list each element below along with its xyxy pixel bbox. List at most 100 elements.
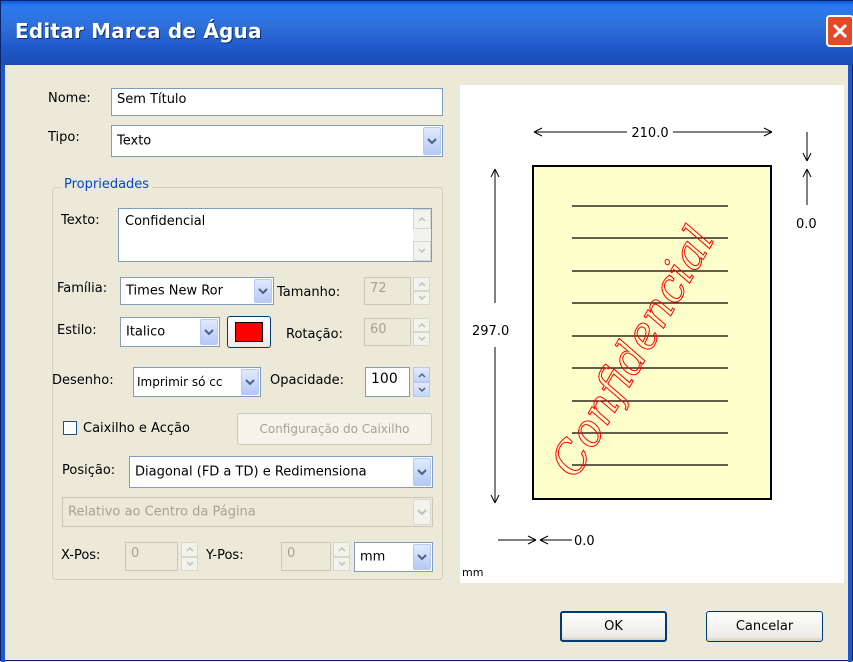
ypos-up-button[interactable] <box>333 542 350 557</box>
chevron-down-icon <box>258 288 268 295</box>
arrow-down-icon <box>417 295 426 301</box>
left-offset-label: 0.0 <box>574 534 595 549</box>
top-offset-label: 0.0 <box>796 217 817 232</box>
desenho-select-value: Imprimir só cc <box>137 375 223 389</box>
scroll-down-button[interactable] <box>413 241 431 261</box>
xpos-up-button[interactable] <box>181 542 198 557</box>
estilo-select[interactable]: Italico <box>120 317 220 347</box>
xpos-spinner[interactable] <box>181 542 198 571</box>
opacidade-up-button[interactable] <box>413 367 430 382</box>
unit-label: mm <box>462 566 483 579</box>
texto-textarea[interactable]: Confidencial <box>118 208 432 262</box>
chevron-down-icon <box>204 329 214 336</box>
posicao-select-value: Diagonal (FD a TD) e Redimensiona <box>135 464 367 480</box>
scroll-track[interactable] <box>413 229 431 241</box>
opacidade-label: Opacidade: <box>270 373 345 388</box>
xpos-input-value: 0 <box>131 546 140 561</box>
nome-input[interactable]: Sem Título <box>111 88 443 116</box>
ypos-label: Y-Pos: <box>206 548 244 563</box>
chevron-down-icon <box>417 509 427 516</box>
desenho-label: Desenho: <box>52 373 114 388</box>
tipo-select[interactable]: Texto <box>111 125 443 157</box>
xpos-down-button[interactable] <box>181 556 198 571</box>
arrow-down-icon <box>417 336 426 342</box>
chevron-down-icon <box>417 469 427 476</box>
posicao-dropdown-button[interactable] <box>413 458 431 486</box>
tipo-label: Tipo: <box>48 130 80 145</box>
relativo-dropdown-button[interactable] <box>413 499 431 525</box>
texto-scroll-buttons[interactable] <box>413 209 431 261</box>
rotacao-spinner[interactable] <box>413 318 430 346</box>
tamanho-input[interactable]: 72 <box>364 277 411 305</box>
desenho-dropdown-button[interactable] <box>241 369 259 395</box>
ypos-spinner[interactable] <box>333 542 350 571</box>
familia-label: Família: <box>57 281 108 296</box>
texto-scrollbar[interactable] <box>413 209 431 261</box>
opacidade-input[interactable]: 100 <box>365 367 410 397</box>
tipo-select-value: Texto <box>117 133 152 149</box>
height-value-label: 297.0 <box>472 324 509 339</box>
color-swatch <box>235 322 263 342</box>
window-frame-left <box>1 65 5 662</box>
arrow-up-icon <box>185 547 194 552</box>
opacidade-input-value: 100 <box>371 371 398 387</box>
caixilho-label[interactable]: Caixilho e Acção <box>83 421 190 436</box>
relativo-select-value: Relativo ao Centro da Página <box>68 504 256 520</box>
xpos-input[interactable]: 0 <box>125 542 178 571</box>
desenho-select[interactable]: Imprimir só cc <box>133 367 261 397</box>
arrow-down-icon <box>185 561 194 566</box>
tipo-dropdown-button[interactable] <box>423 127 441 155</box>
close-button[interactable] <box>826 15 853 47</box>
tamanho-spinner[interactable] <box>413 277 430 305</box>
nome-input-value: Sem Título <box>117 92 187 107</box>
estilo-label: Estilo: <box>57 323 97 338</box>
familia-select[interactable]: Times New Ror <box>120 277 274 305</box>
tamanho-label: Tamanho: <box>277 285 341 300</box>
arrow-down-icon <box>337 561 346 566</box>
caixilho-checkbox[interactable] <box>63 421 77 435</box>
rotacao-input-value: 60 <box>370 322 387 337</box>
tamanho-down-button[interactable] <box>413 291 430 305</box>
arrow-down-icon <box>418 248 426 254</box>
opacidade-down-button[interactable] <box>413 382 430 397</box>
ok-button[interactable]: OK <box>560 611 667 642</box>
window-title: Editar Marca de Água <box>15 19 262 43</box>
familia-select-value: Times New Ror <box>126 283 223 299</box>
ypos-input-value: 0 <box>287 546 296 561</box>
page-preview: 210.0 297.0 0.0 Confidencial 0.0 mm <box>460 85 844 583</box>
chevron-down-icon <box>245 379 255 386</box>
unit-dropdown-button[interactable] <box>413 544 431 570</box>
width-value-label: 210.0 <box>631 126 668 141</box>
posicao-select[interactable]: Diagonal (FD a TD) e Redimensiona <box>129 456 433 488</box>
chevron-down-icon <box>427 138 437 145</box>
window-frame-right <box>848 65 852 662</box>
tamanho-input-value: 72 <box>370 281 387 296</box>
rotacao-input[interactable]: 60 <box>364 318 411 346</box>
propriedades-group-title: Propriedades <box>61 177 153 192</box>
nome-label: Nome: <box>48 91 91 106</box>
ypos-input[interactable]: 0 <box>281 542 331 571</box>
texto-textarea-value: Confidencial <box>125 214 206 229</box>
xpos-label: X-Pos: <box>61 548 101 563</box>
preview-drawing: 210.0 297.0 0.0 Confidencial 0.0 mm <box>462 126 817 579</box>
title-bar[interactable]: Editar Marca de Água <box>1 1 853 65</box>
opacidade-spinner[interactable] <box>413 367 430 397</box>
relativo-select[interactable]: Relativo ao Centro da Página <box>62 497 433 527</box>
cancel-button[interactable]: Cancelar <box>706 611 823 642</box>
arrow-up-icon <box>417 322 426 328</box>
scroll-up-button[interactable] <box>413 209 431 229</box>
arrow-up-icon <box>417 281 426 287</box>
config-caixilho-button[interactable]: Configuração do Caixilho <box>237 413 432 445</box>
tamanho-up-button[interactable] <box>413 277 430 291</box>
arrow-up-icon <box>417 372 426 378</box>
close-icon <box>832 23 848 39</box>
rotacao-up-button[interactable] <box>413 318 430 332</box>
posicao-label: Posição: <box>62 463 116 478</box>
color-picker-button[interactable] <box>227 316 271 348</box>
unit-select[interactable]: mm <box>354 542 433 572</box>
ypos-down-button[interactable] <box>333 556 350 571</box>
texto-label: Texto: <box>61 213 100 228</box>
estilo-dropdown-button[interactable] <box>200 319 218 345</box>
familia-dropdown-button[interactable] <box>254 279 272 303</box>
rotacao-down-button[interactable] <box>413 332 430 346</box>
